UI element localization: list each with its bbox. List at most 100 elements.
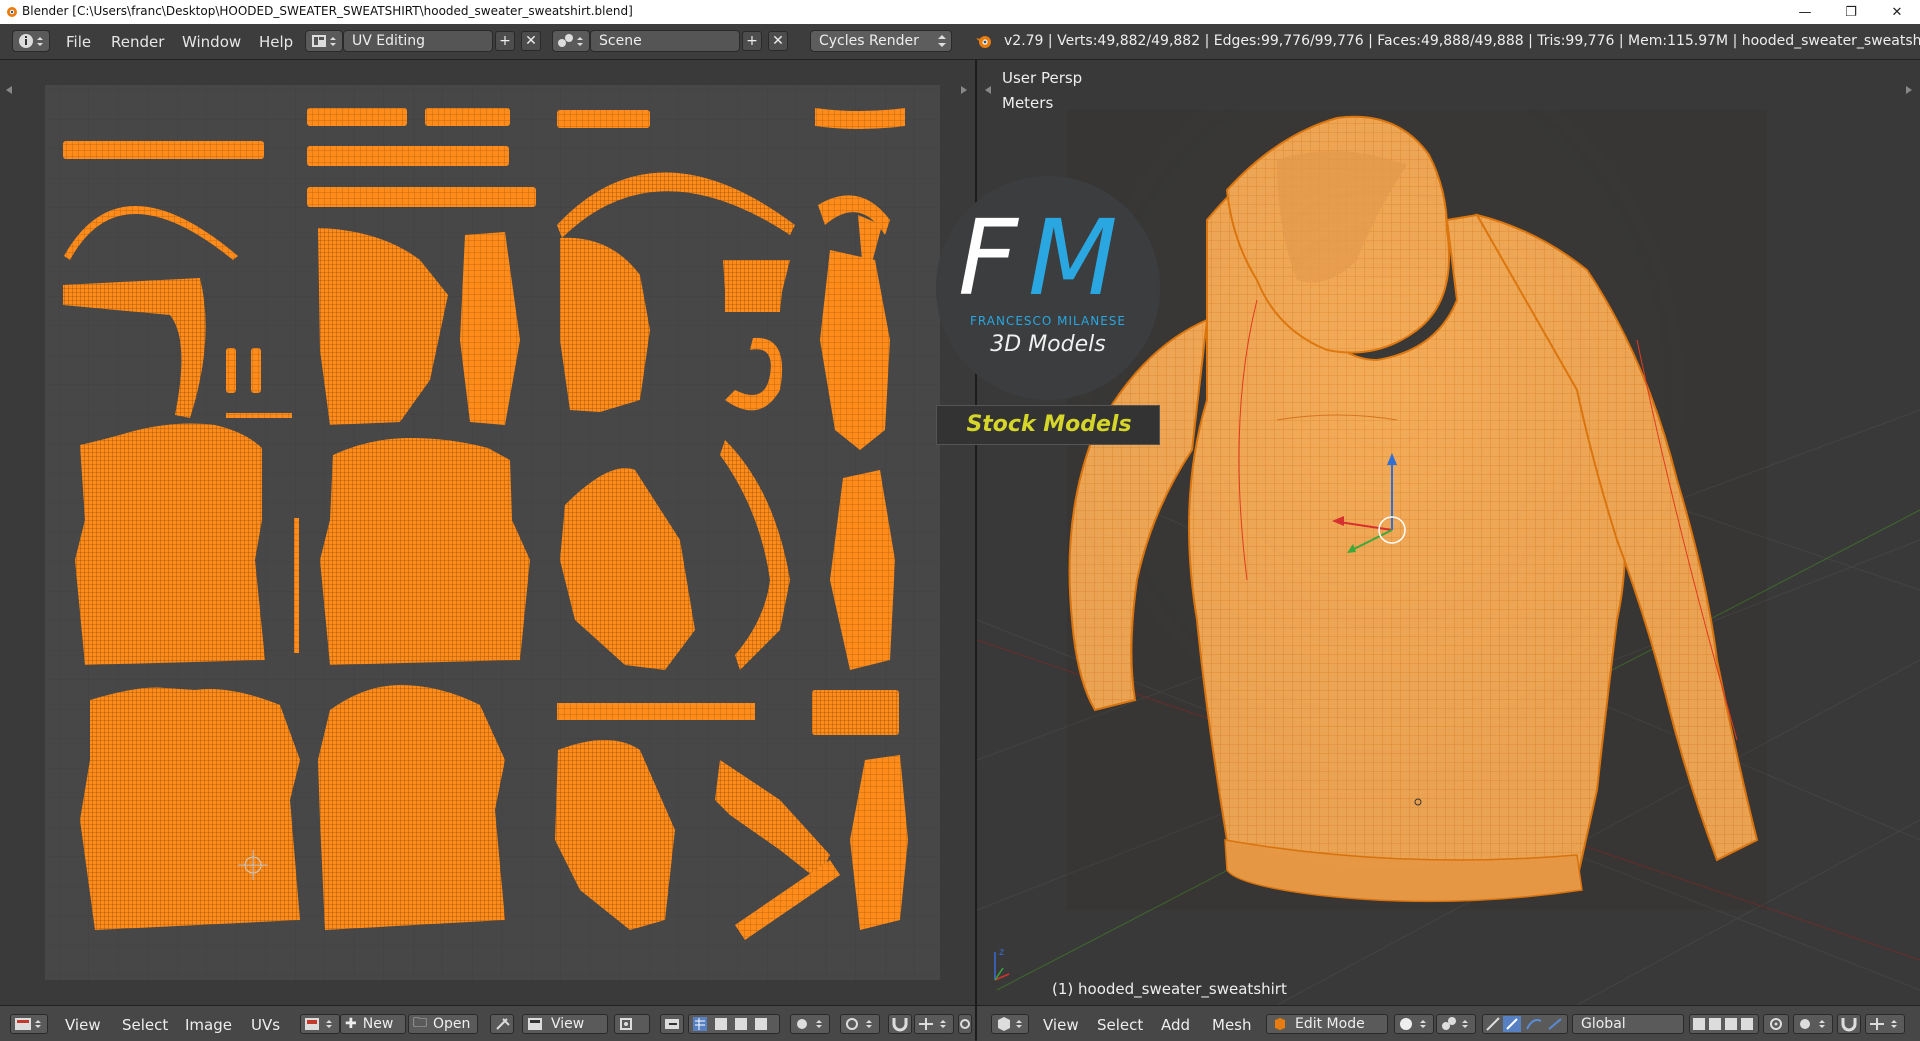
menu-file[interactable]: File: [66, 33, 91, 51]
close-icon: ✕: [525, 33, 537, 49]
manipulator-buttons[interactable]: [1482, 1014, 1568, 1034]
menu-window[interactable]: Window: [182, 33, 241, 51]
blender-app-icon: [7, 7, 17, 17]
browse-image-button[interactable]: [300, 1014, 340, 1034]
close-icon: ✕: [772, 33, 784, 49]
add-scene-button[interactable]: +: [742, 31, 762, 51]
pivot-button[interactable]: [614, 1014, 650, 1034]
sync-icon: [665, 1019, 679, 1029]
layers-icon: [1693, 1018, 1753, 1030]
menu-help[interactable]: Help: [259, 33, 293, 51]
render-engine-label: Cycles Render: [819, 33, 919, 49]
vp-menu-mesh[interactable]: Mesh: [1212, 1016, 1252, 1034]
uv-island: [425, 108, 510, 126]
uv-island: [815, 108, 905, 129]
uv-island: [318, 685, 505, 930]
uv-editor-header: View Select Image UVs ✚ New 🗀 Open View: [0, 1005, 975, 1041]
open-image-label: Open: [433, 1016, 471, 1032]
window-title: Blender [C:\Users\franc\Desktop\HOODED_S…: [22, 4, 633, 18]
proportional-edit-button[interactable]: [1763, 1014, 1789, 1034]
render-engine-dropdown[interactable]: Cycles Render: [810, 30, 952, 52]
minimize-button[interactable]: —: [1782, 0, 1828, 24]
plus-icon: ✚: [345, 1016, 357, 1032]
sync-selection-button[interactable]: [660, 1014, 684, 1034]
layer-buttons[interactable]: [1689, 1014, 1759, 1034]
select-mode-icons: [693, 1017, 767, 1031]
uv-image-editor[interactable]: [0, 60, 975, 1005]
delete-screen-button[interactable]: ✕: [521, 31, 541, 51]
3d-viewport-header: View Select Add Mesh Edit Mode Global: [977, 1005, 1920, 1041]
screen-layout-field[interactable]: UV Editing: [343, 30, 493, 52]
editor-type-button[interactable]: [10, 1014, 48, 1034]
select-mode-buttons[interactable]: [688, 1014, 780, 1034]
uv-island: [226, 348, 236, 393]
sticky-mode-button[interactable]: [790, 1014, 830, 1034]
delete-scene-button[interactable]: ✕: [768, 31, 788, 51]
uv-menu-select[interactable]: Select: [122, 1016, 168, 1034]
pivot-icon: [620, 1018, 632, 1030]
vp-menu-view[interactable]: View: [1043, 1016, 1079, 1034]
vp-menu-select[interactable]: Select: [1097, 1016, 1143, 1034]
editor-type-button[interactable]: [991, 1014, 1029, 1034]
uv-menu-view[interactable]: View: [65, 1016, 101, 1034]
close-button[interactable]: ✕: [1874, 0, 1920, 24]
uv-island: [294, 518, 299, 653]
display-gear-button[interactable]: [958, 1014, 972, 1034]
uv-island: [80, 687, 300, 930]
sticky-icon: [797, 1019, 822, 1029]
snap-element-icon: [919, 1018, 946, 1030]
viewport-shading-button[interactable]: [1394, 1014, 1434, 1034]
stock-models-label: Stock Models: [966, 412, 1132, 437]
active-object-label: (1) hooded_sweater_sweatshirt: [1052, 980, 1287, 998]
view-mode-label: View: [551, 1016, 585, 1032]
scene-field[interactable]: Scene: [590, 30, 740, 52]
scene-select-button[interactable]: [552, 30, 590, 52]
plus-icon: +: [499, 33, 511, 49]
pivot-point-button[interactable]: [1436, 1014, 1476, 1034]
folder-icon: 🗀: [413, 1015, 427, 1031]
snap-element-button[interactable]: [1865, 1014, 1905, 1034]
new-image-button[interactable]: ✚ New: [340, 1014, 406, 1034]
interaction-mode-dropdown[interactable]: Edit Mode: [1266, 1014, 1388, 1034]
watermark-logo: F M FRANCESCO MILANESE 3D Models: [936, 176, 1160, 400]
transform-orientation-dropdown[interactable]: Global: [1572, 1014, 1684, 1034]
edit-mode-icon: [1275, 1018, 1285, 1030]
pin-icon: [496, 1018, 510, 1030]
falloff-button[interactable]: [1793, 1014, 1833, 1034]
menu-render[interactable]: Render: [111, 33, 164, 51]
uv-menu-image[interactable]: Image: [185, 1016, 232, 1034]
snap-button[interactable]: [1837, 1014, 1861, 1034]
uv-island: [307, 108, 407, 126]
blender-logo-icon: [976, 36, 991, 48]
pin-button[interactable]: [490, 1014, 514, 1034]
restore-button[interactable]: ❐: [1828, 0, 1874, 24]
logo-letters: F: [958, 197, 1020, 319]
units-label: Meters: [1002, 94, 1054, 112]
plus-icon: +: [746, 33, 758, 49]
proportional-edit-button[interactable]: [840, 1014, 880, 1034]
add-screen-button[interactable]: +: [495, 31, 515, 51]
uv-island: [723, 260, 790, 312]
vp-menu-add[interactable]: Add: [1161, 1016, 1190, 1034]
solid-shading-icon: [1400, 1018, 1426, 1030]
uv-menu-uvs[interactable]: UVs: [251, 1016, 280, 1034]
info-icon: [19, 34, 43, 48]
uv-island: [307, 146, 509, 166]
uv-canvas[interactable]: [0, 60, 975, 1005]
snap-button[interactable]: [888, 1014, 912, 1034]
editor-type-info-button[interactable]: [12, 30, 50, 52]
orientation-label: Global: [1581, 1016, 1626, 1032]
svg-text:z: z: [999, 947, 1004, 958]
scene-statistics: v2.79 | Verts:49,882/49,882 | Edges:99,7…: [1004, 33, 1920, 49]
uv-island: [320, 438, 530, 665]
watermark-line: 3D Models: [990, 332, 1106, 357]
uv-island: [251, 348, 261, 393]
screen-layout-button[interactable]: [305, 30, 343, 52]
pivot-icon: [1442, 1017, 1468, 1030]
mode-view-dropdown[interactable]: View: [522, 1014, 608, 1034]
new-image-label: New: [362, 1016, 394, 1032]
watermark-badge: Stock Models: [936, 405, 1160, 445]
snap-element-button[interactable]: [914, 1014, 954, 1034]
open-image-button[interactable]: 🗀 Open: [408, 1014, 478, 1034]
image-editor-icon: [15, 1018, 41, 1030]
